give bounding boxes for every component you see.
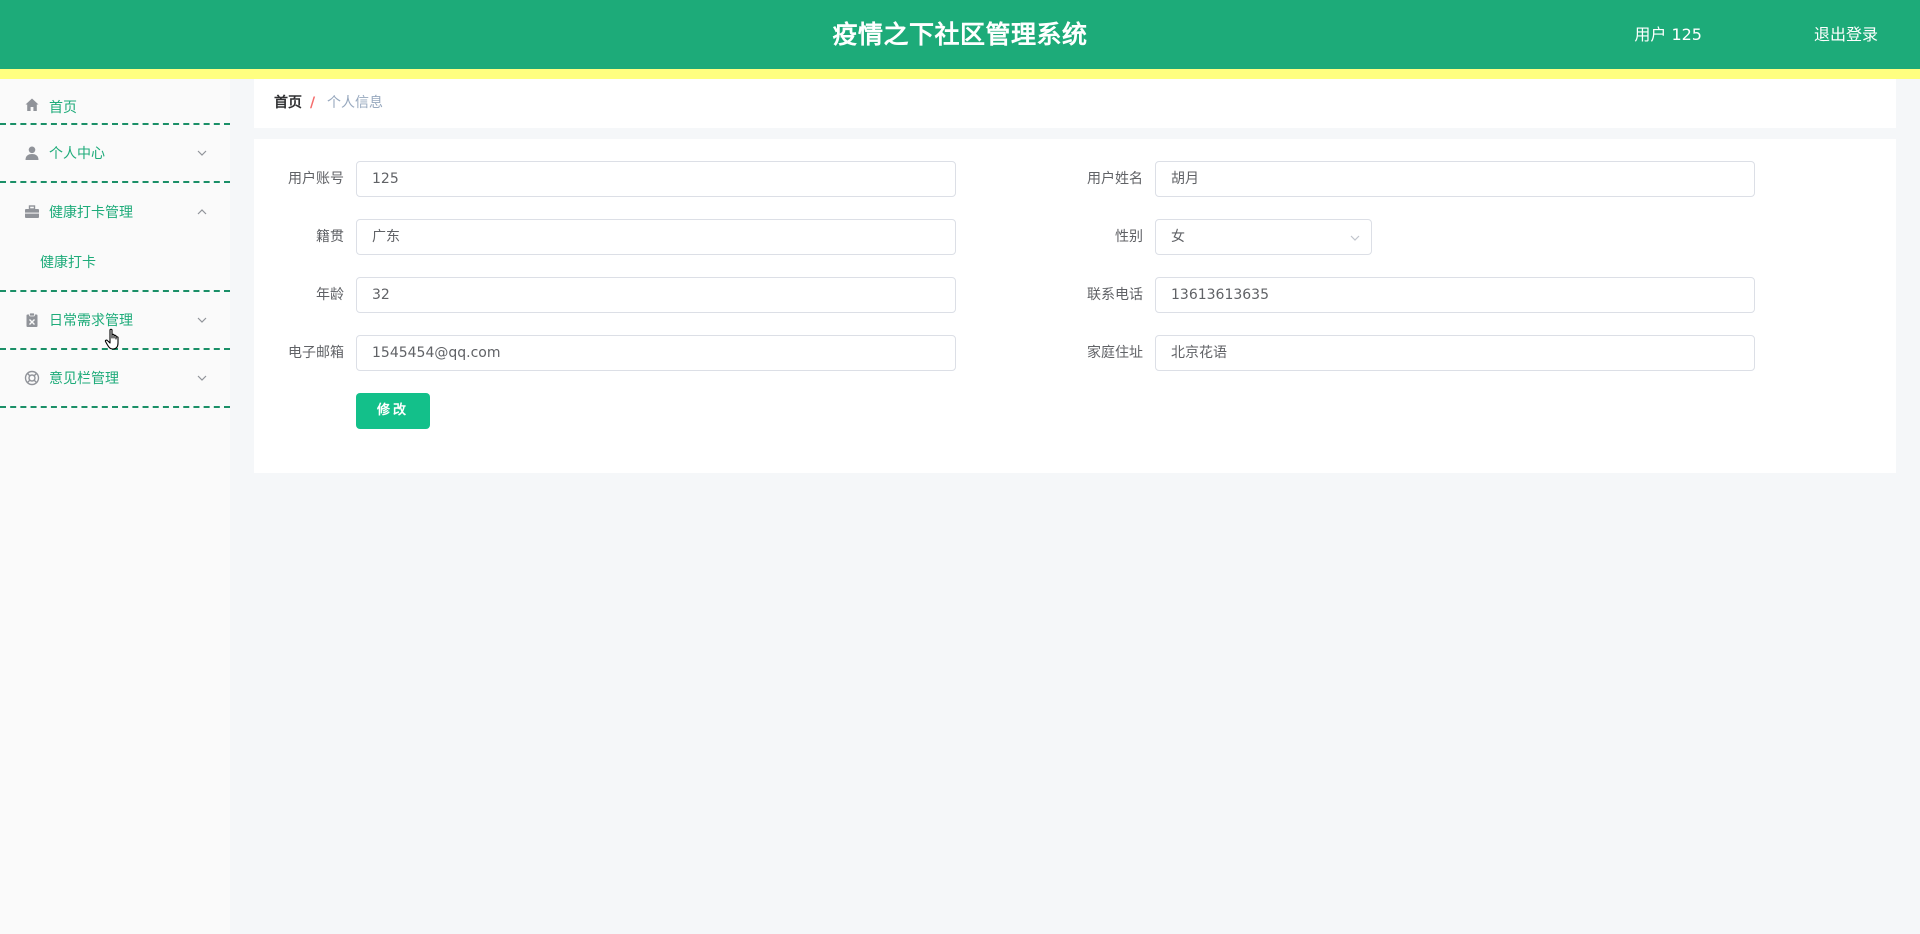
chevron-down-icon [1350, 235, 1360, 241]
submenu-health-checkin: 健康打卡 [0, 240, 230, 292]
sidebar-item-label: 日常需求管理 [49, 313, 133, 329]
gender-label: 性别 [1115, 229, 1143, 245]
chevron-down-icon [197, 375, 207, 381]
breadcrumb: 首页 / 个人信息 [254, 79, 1896, 128]
age-label: 年龄 [316, 287, 344, 303]
account-field[interactable]: 125 [356, 161, 956, 197]
address-field[interactable]: 北京花语 [1155, 335, 1755, 371]
logout-link[interactable]: 退出登录 [1814, 0, 1878, 69]
age-field[interactable]: 32 [356, 277, 956, 313]
user-icon [24, 145, 40, 161]
home-icon [24, 97, 40, 113]
sidebar-item-label: 首页 [49, 100, 77, 116]
email-field[interactable]: 1545454@qq.com [356, 335, 956, 371]
name-field[interactable]: 胡月 [1155, 161, 1755, 197]
chevron-down-icon [197, 317, 207, 323]
hand-cursor-icon [104, 328, 119, 350]
profile-form: 用户账号 125 用户姓名 胡月 籍贯 广东 性别 女 年龄 32 联系电话 1… [254, 139, 1896, 473]
email-label: 电子邮箱 [288, 345, 344, 361]
briefcase-icon [24, 204, 40, 220]
sidebar-item-health-checkin-mgmt[interactable]: 健康打卡管理 [0, 183, 230, 240]
account-label: 用户账号 [288, 171, 344, 187]
current-user-label: 用户 125 [1634, 25, 1702, 44]
breadcrumb-current: 个人信息 [327, 95, 383, 111]
gender-select-value: 女 [1171, 229, 1185, 245]
sidebar-item-label: 意见栏管理 [49, 371, 119, 387]
app-title: 疫情之下社区管理系统 [832, 20, 1088, 49]
sidebar-item-home[interactable]: 首页 [0, 79, 230, 125]
chevron-down-icon [197, 150, 207, 156]
phone-label: 联系电话 [1087, 287, 1143, 303]
top-header: 疫情之下社区管理系统 用户 125 退出登录 [0, 0, 1920, 69]
sidebar-item-personal-center[interactable]: 个人中心 [0, 125, 230, 183]
sidebar-menu: 首页 个人中心 健康打卡管理 健康打卡 日常需求管理 意见栏管理 [0, 79, 230, 934]
clipboard-icon [24, 312, 40, 328]
name-label: 用户姓名 [1087, 171, 1143, 187]
sidebar-item-feedback-mgmt[interactable]: 意见栏管理 [0, 350, 230, 408]
chevron-up-icon [197, 208, 207, 214]
sidebar-subitem-health-checkin[interactable]: 健康打卡 [40, 252, 96, 272]
origin-field[interactable]: 广东 [356, 219, 956, 255]
header-accent-strip [0, 69, 1920, 79]
origin-label: 籍贯 [316, 229, 344, 245]
gender-select[interactable]: 女 [1155, 219, 1372, 255]
sidebar-item-label: 健康打卡管理 [49, 204, 133, 221]
breadcrumb-home-link[interactable]: 首页 [274, 79, 302, 128]
breadcrumb-separator: / [310, 95, 316, 111]
update-button[interactable]: 修改 [356, 393, 430, 429]
address-label: 家庭住址 [1087, 345, 1143, 361]
phone-field[interactable]: 13613613635 [1155, 277, 1755, 313]
lifebuoy-icon [24, 370, 40, 386]
sidebar-item-label: 个人中心 [49, 146, 105, 162]
